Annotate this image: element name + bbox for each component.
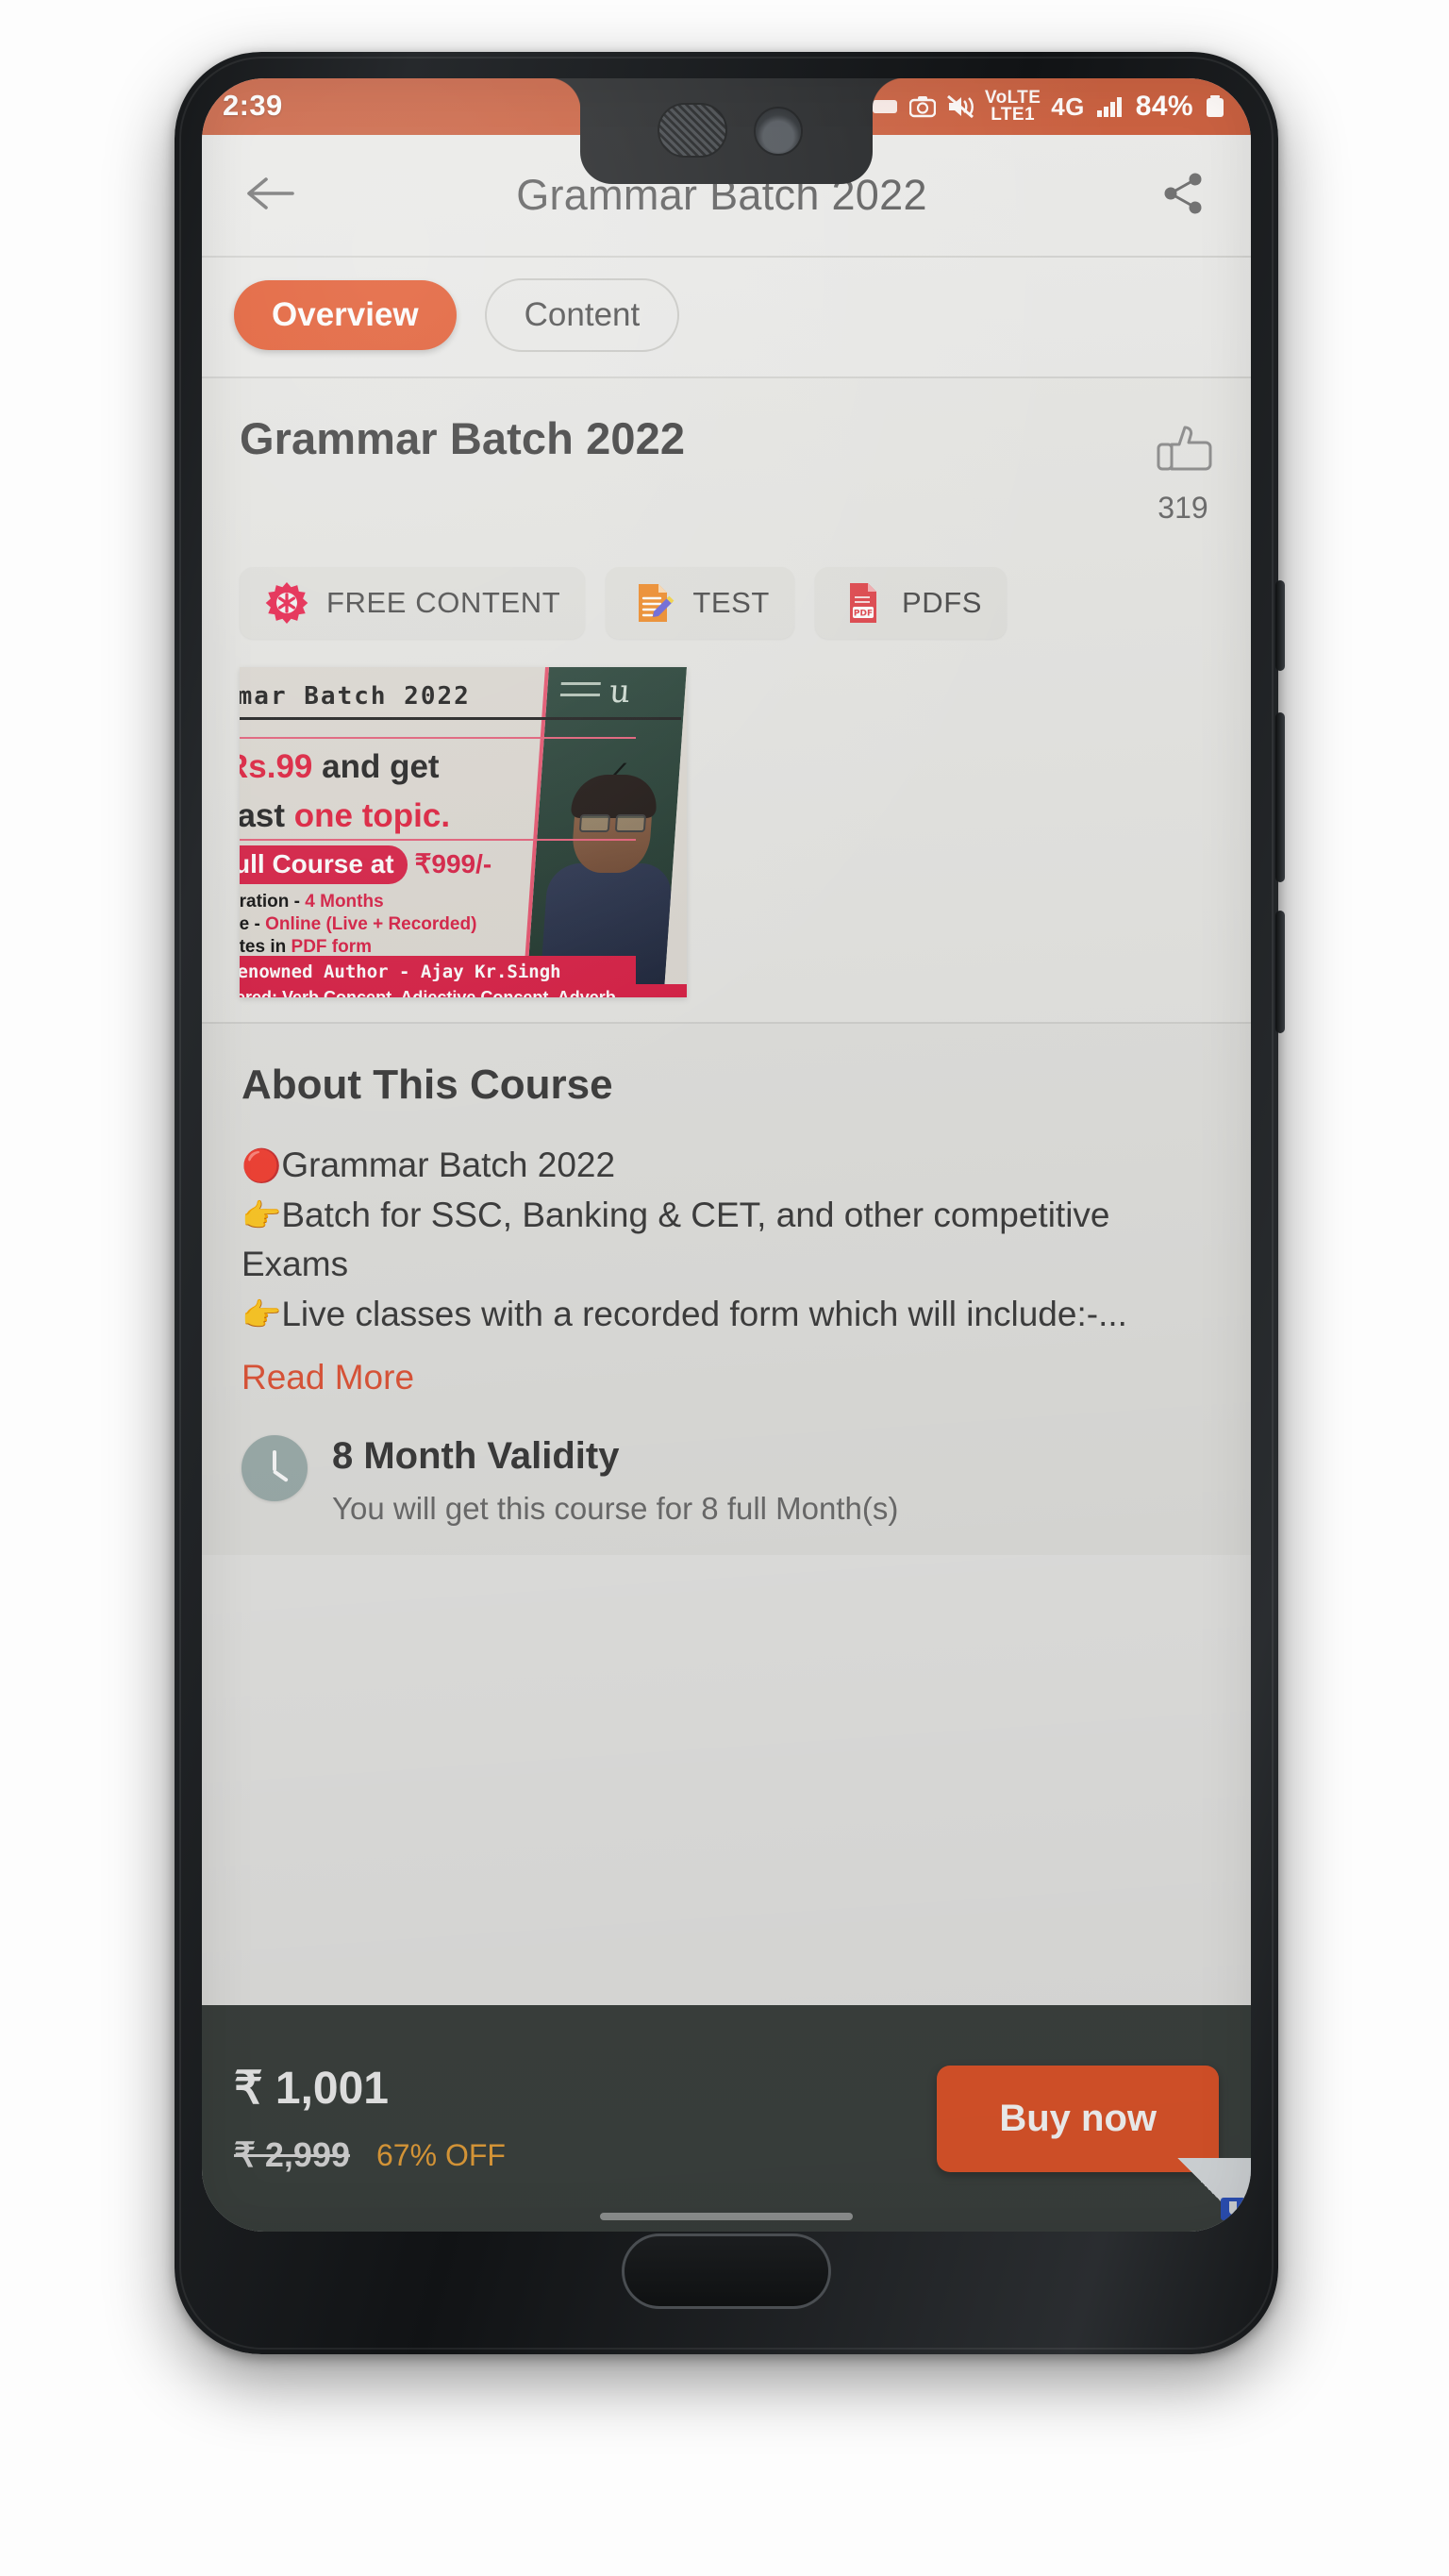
overview-panel: Grammar Batch 2022 319 FREE CONTENT TEST…: [202, 378, 1251, 1022]
volte-icon: VoLTE LTE1: [984, 87, 1041, 125]
banner-offer-line-1: Rs.99 and get: [240, 748, 440, 785]
about-line-3: 👉Live classes with a recorded form which…: [242, 1294, 1127, 1333]
course-banner-wrap: u ∠ mmar Batch 2022: [202, 667, 1251, 1022]
chip-free-content[interactable]: FREE CONTENT: [240, 567, 586, 639]
course-banner-image[interactable]: u ∠ mmar Batch 2022: [240, 667, 687, 997]
pointing-hand-emoji-1: 👉: [242, 1197, 282, 1234]
purchase-bar: ₹ 1,001 ₹ 2,999 67% OFF Buy now: [202, 2005, 1251, 2232]
validity-subtitle: You will get this course for 8 full Mont…: [332, 1491, 899, 1527]
validity-section: 8 Month Validity You will get this cours…: [202, 1397, 1251, 1556]
battery-icon: [1204, 94, 1226, 119]
banner-covered-line-1: vered: Verb Concept, Adjective Concept, …: [240, 988, 616, 997]
like-count: 319: [1158, 491, 1208, 525]
banner-full-course-line: ull Course at ₹999/-: [240, 845, 491, 884]
red-circle-emoji: 🔴: [242, 1148, 282, 1184]
badge-glyph-icon: [1221, 2198, 1245, 2220]
person-hair: [570, 775, 659, 818]
screenshot-stage: 2:39 VoLTE LTE1 4G 84% Grammar Batch 202…: [0, 0, 1449, 2576]
about-heading: About This Course: [242, 1062, 613, 1108]
back-button[interactable]: [234, 159, 306, 231]
home-button[interactable]: [622, 2233, 831, 2309]
status-icons: VoLTE LTE1 4G 84%: [871, 87, 1226, 125]
chip-label-test: TEST: [692, 586, 770, 619]
price-discount-row: ₹ 2,999 67% OFF: [234, 2135, 506, 2175]
4g-icon: 4G: [1051, 92, 1085, 121]
banner-duration: uration - 4 Months: [240, 892, 384, 912]
tab-overview[interactable]: Overview: [234, 280, 457, 350]
thumbs-up-icon: [1153, 420, 1213, 483]
back-arrow-icon: [245, 174, 294, 218]
battery-percent-label: 84%: [1135, 91, 1193, 122]
tab-content[interactable]: Content: [484, 278, 680, 352]
chip-label-pdfs: PDFS: [901, 586, 983, 619]
course-feature-chips: FREE CONTENT TEST PDF PDFS: [202, 535, 1251, 667]
banner-notes: otes in PDF form: [240, 937, 373, 957]
price-block: ₹ 1,001 ₹ 2,999 67% OFF: [234, 2062, 506, 2175]
front-camera: [754, 107, 803, 156]
about-line-1: 🔴Grammar Batch 2022: [242, 1146, 616, 1184]
share-button[interactable]: [1147, 159, 1219, 231]
tab-bar: Overview Content: [202, 258, 1251, 376]
earpiece-speaker: [658, 103, 727, 158]
current-price: ₹ 1,001: [234, 2064, 389, 2114]
mute-icon: [946, 94, 974, 119]
test-document-icon: [630, 580, 675, 626]
phone-screen: 2:39 VoLTE LTE1 4G 84% Grammar Batch 202…: [202, 78, 1251, 2232]
phone-device-frame: 2:39 VoLTE LTE1 4G 84% Grammar Batch 202…: [175, 52, 1285, 2354]
banner-heading: mmar Batch 2022: [240, 682, 681, 720]
free-badge-icon: [264, 580, 309, 626]
about-line-2: 👉Batch for SSC, Banking & CET, and other…: [242, 1195, 1110, 1284]
status-time: 2:39: [223, 89, 283, 122]
display-notch: [548, 78, 905, 184]
status-bar: 2:39 VoLTE LTE1 4G 84%: [202, 78, 1251, 184]
banner-rule-top: [240, 737, 636, 739]
share-icon: [1158, 169, 1208, 223]
chip-test[interactable]: TEST: [606, 567, 794, 639]
camera-icon: [908, 94, 936, 119]
course-title-row: Grammar Batch 2022 319: [202, 378, 1251, 535]
person-glasses: [578, 814, 647, 832]
clock-icon: [242, 1435, 308, 1502]
pointing-hand-emoji-2: 👉: [242, 1296, 282, 1333]
corner-watermark-badge: [1177, 2158, 1251, 2232]
navigation-gesture-bar[interactable]: [600, 2213, 853, 2220]
banner-mode: de - Online (Live + Recorded): [240, 914, 477, 934]
signal-icon: [1095, 94, 1124, 119]
read-more-link[interactable]: Read More: [242, 1358, 1211, 1397]
buy-now-button[interactable]: Buy now: [937, 2065, 1219, 2172]
validity-title: 8 Month Validity: [332, 1435, 620, 1478]
pdf-file-icon: PDF: [840, 580, 885, 626]
svg-text:PDF: PDF: [854, 610, 873, 619]
side-button-mid[interactable]: [1275, 712, 1285, 882]
banner-rule-bottom: [240, 839, 636, 841]
banner-offer-line-2: east one topic.: [240, 797, 451, 834]
about-section: About This Course 🔴Grammar Batch 2022 👉B…: [202, 1024, 1251, 1398]
banner-author: Renowned Author - Ajay Kr.Singh: [240, 956, 636, 988]
discount-badge: 67% OFF: [376, 2137, 506, 2172]
like-button[interactable]: 319: [1153, 412, 1213, 526]
side-button-bottom[interactable]: [1275, 911, 1285, 1033]
side-button-top[interactable]: [1275, 580, 1285, 671]
original-price: ₹ 2,999: [234, 2135, 350, 2174]
chip-label-free-content: FREE CONTENT: [326, 586, 561, 619]
course-title: Grammar Batch 2022: [240, 413, 686, 463]
chip-pdfs[interactable]: PDF PDFS: [814, 567, 1008, 639]
